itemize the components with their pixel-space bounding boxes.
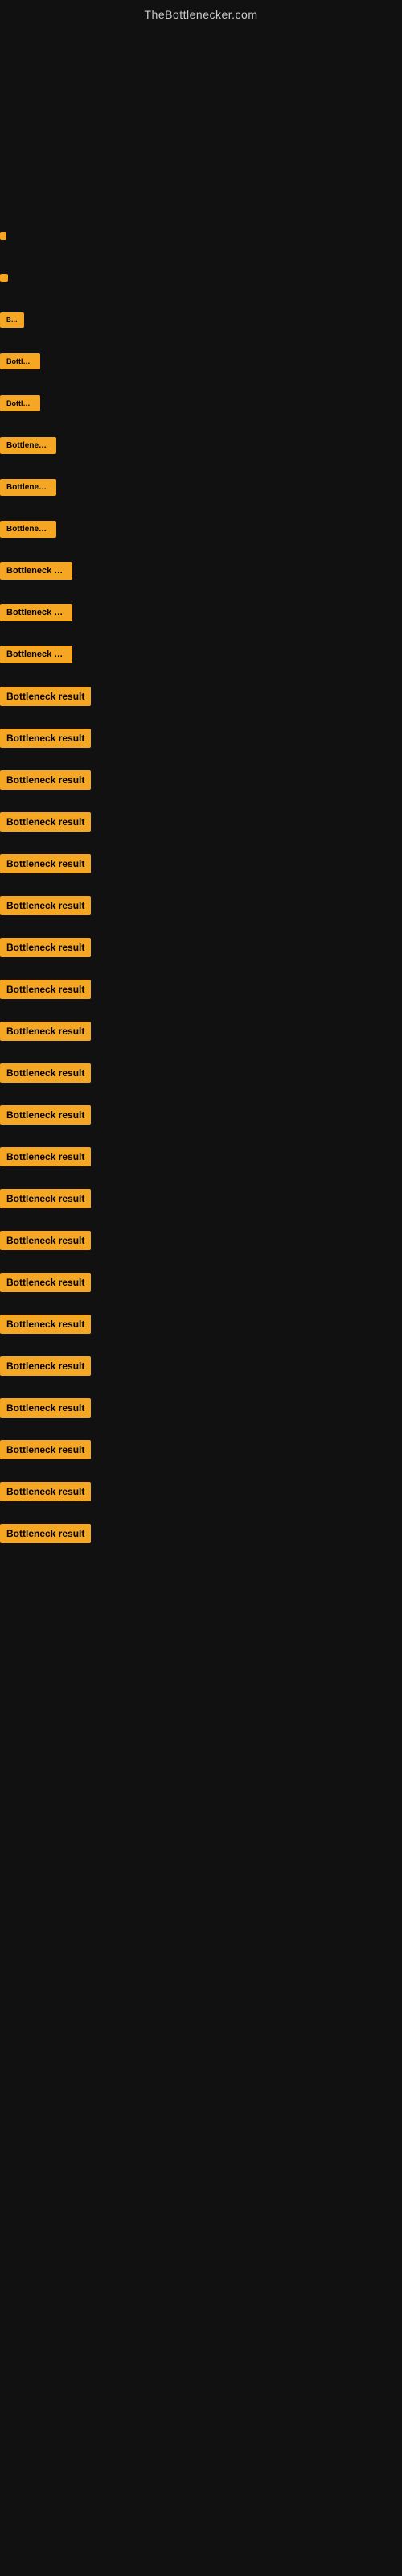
bottleneck-label: Bottleneck result (0, 1231, 91, 1250)
bottleneck-row: Bottleneck result (0, 1013, 402, 1049)
bottleneck-row: Bottleneck result (0, 1055, 402, 1091)
bottleneck-label: Bottleneck result (0, 1524, 91, 1543)
bottleneck-labels-container: Bottleneck result Bottleneck result Bottle… (0, 218, 402, 1558)
bottleneck-label: Bottleneck result (0, 687, 91, 706)
bottleneck-row: Bottleneck result (0, 1390, 402, 1426)
bottleneck-row: Bottleneck result (0, 972, 402, 1007)
bottleneck-row: Bottleneck result (0, 1474, 402, 1509)
bottleneck-label: Bottleneck result (0, 729, 91, 748)
bottleneck-row: Bottleneck result (0, 1265, 402, 1300)
bottleneck-label: Bottleneck result (0, 1147, 91, 1166)
bottleneck-label: Bottleneck result (0, 1356, 91, 1376)
bottleneck-label: Bottleneck result (0, 980, 91, 999)
bottleneck-label: Bottleneck result (0, 646, 72, 663)
bottleneck-row: Bottleneck result (0, 427, 402, 463)
bottleneck-label: Bottleneck result (0, 395, 40, 411)
bottleneck-label: Bottleneck result (0, 521, 56, 538)
bottleneck-row: Bottleneck result (0, 930, 402, 965)
bottleneck-row: Bottleneck result (0, 804, 402, 840)
bottleneck-row: Bottleneck result (0, 469, 402, 505)
bottleneck-row: Bottleneck result (0, 762, 402, 798)
bottleneck-label: Bottleneck result (0, 1315, 91, 1334)
bottleneck-row: Bottleneck result (0, 888, 402, 923)
bottleneck-label: Bottleneck result (0, 274, 8, 282)
bottleneck-row: Bottleneck result (0, 1181, 402, 1216)
bottleneck-label: Bottleneck result (0, 1440, 91, 1459)
bottleneck-row: Bottleneck result (0, 1432, 402, 1468)
bottleneck-label: Bottleneck result (0, 896, 91, 915)
bottleneck-row: Bottleneck result (0, 302, 402, 337)
bottleneck-label: Bottleneck result (0, 437, 56, 454)
bottleneck-row: Bottleneck result (0, 1516, 402, 1551)
bottleneck-label: Bottleneck result (0, 770, 91, 790)
bottleneck-row: Bottleneck result (0, 720, 402, 756)
bottleneck-row: Bottleneck result (0, 386, 402, 421)
bottleneck-label: Bottleneck result (0, 312, 24, 328)
bottleneck-row: Bottleneck result (0, 553, 402, 588)
bottleneck-row: Bottleneck result (0, 1223, 402, 1258)
bottleneck-label: Bottleneck result (0, 562, 72, 580)
bottleneck-row: Bottleneck result (0, 595, 402, 630)
bottleneck-label: Bottleneck result (0, 1063, 91, 1083)
bottleneck-row: Bottleneck result (0, 1139, 402, 1174)
bottleneck-label: Bottleneck result (0, 479, 56, 496)
bottleneck-label: Bottleneck result (0, 1189, 91, 1208)
bottleneck-row: Bottleneck result (0, 846, 402, 881)
bottleneck-label: Bottleneck result (0, 604, 72, 621)
bottleneck-label: Bottleneck result (0, 1482, 91, 1501)
bottleneck-label: Bottleneck result (0, 812, 91, 832)
chart-area (16, 33, 386, 210)
bottleneck-row: Bottleneck result (0, 1307, 402, 1342)
site-title: TheBottlenecker.com (0, 0, 402, 25)
bottleneck-row: Bottleneck result (0, 511, 402, 547)
bottleneck-row: Bottleneck result (0, 260, 402, 295)
bottleneck-row: Bottleneck result (0, 218, 402, 254)
bottleneck-row: Bottleneck result (0, 1097, 402, 1133)
bottleneck-label: Bottleneck result (0, 854, 91, 873)
bottleneck-row: Bottleneck result (0, 637, 402, 672)
bottleneck-label: Bottleneck result (0, 1105, 91, 1125)
bottleneck-row: Bottleneck result (0, 344, 402, 379)
bottleneck-label: Bottleneck result (0, 232, 6, 240)
bottleneck-label: Bottleneck result (0, 1022, 91, 1041)
bottleneck-label: Bottleneck result (0, 938, 91, 957)
bottleneck-label: Bottleneck result (0, 1273, 91, 1292)
bottleneck-label: Bottleneck result (0, 1398, 91, 1418)
bottleneck-row: Bottleneck result (0, 679, 402, 714)
bottleneck-label: Bottleneck result (0, 353, 40, 369)
bottleneck-row: Bottleneck result (0, 1348, 402, 1384)
